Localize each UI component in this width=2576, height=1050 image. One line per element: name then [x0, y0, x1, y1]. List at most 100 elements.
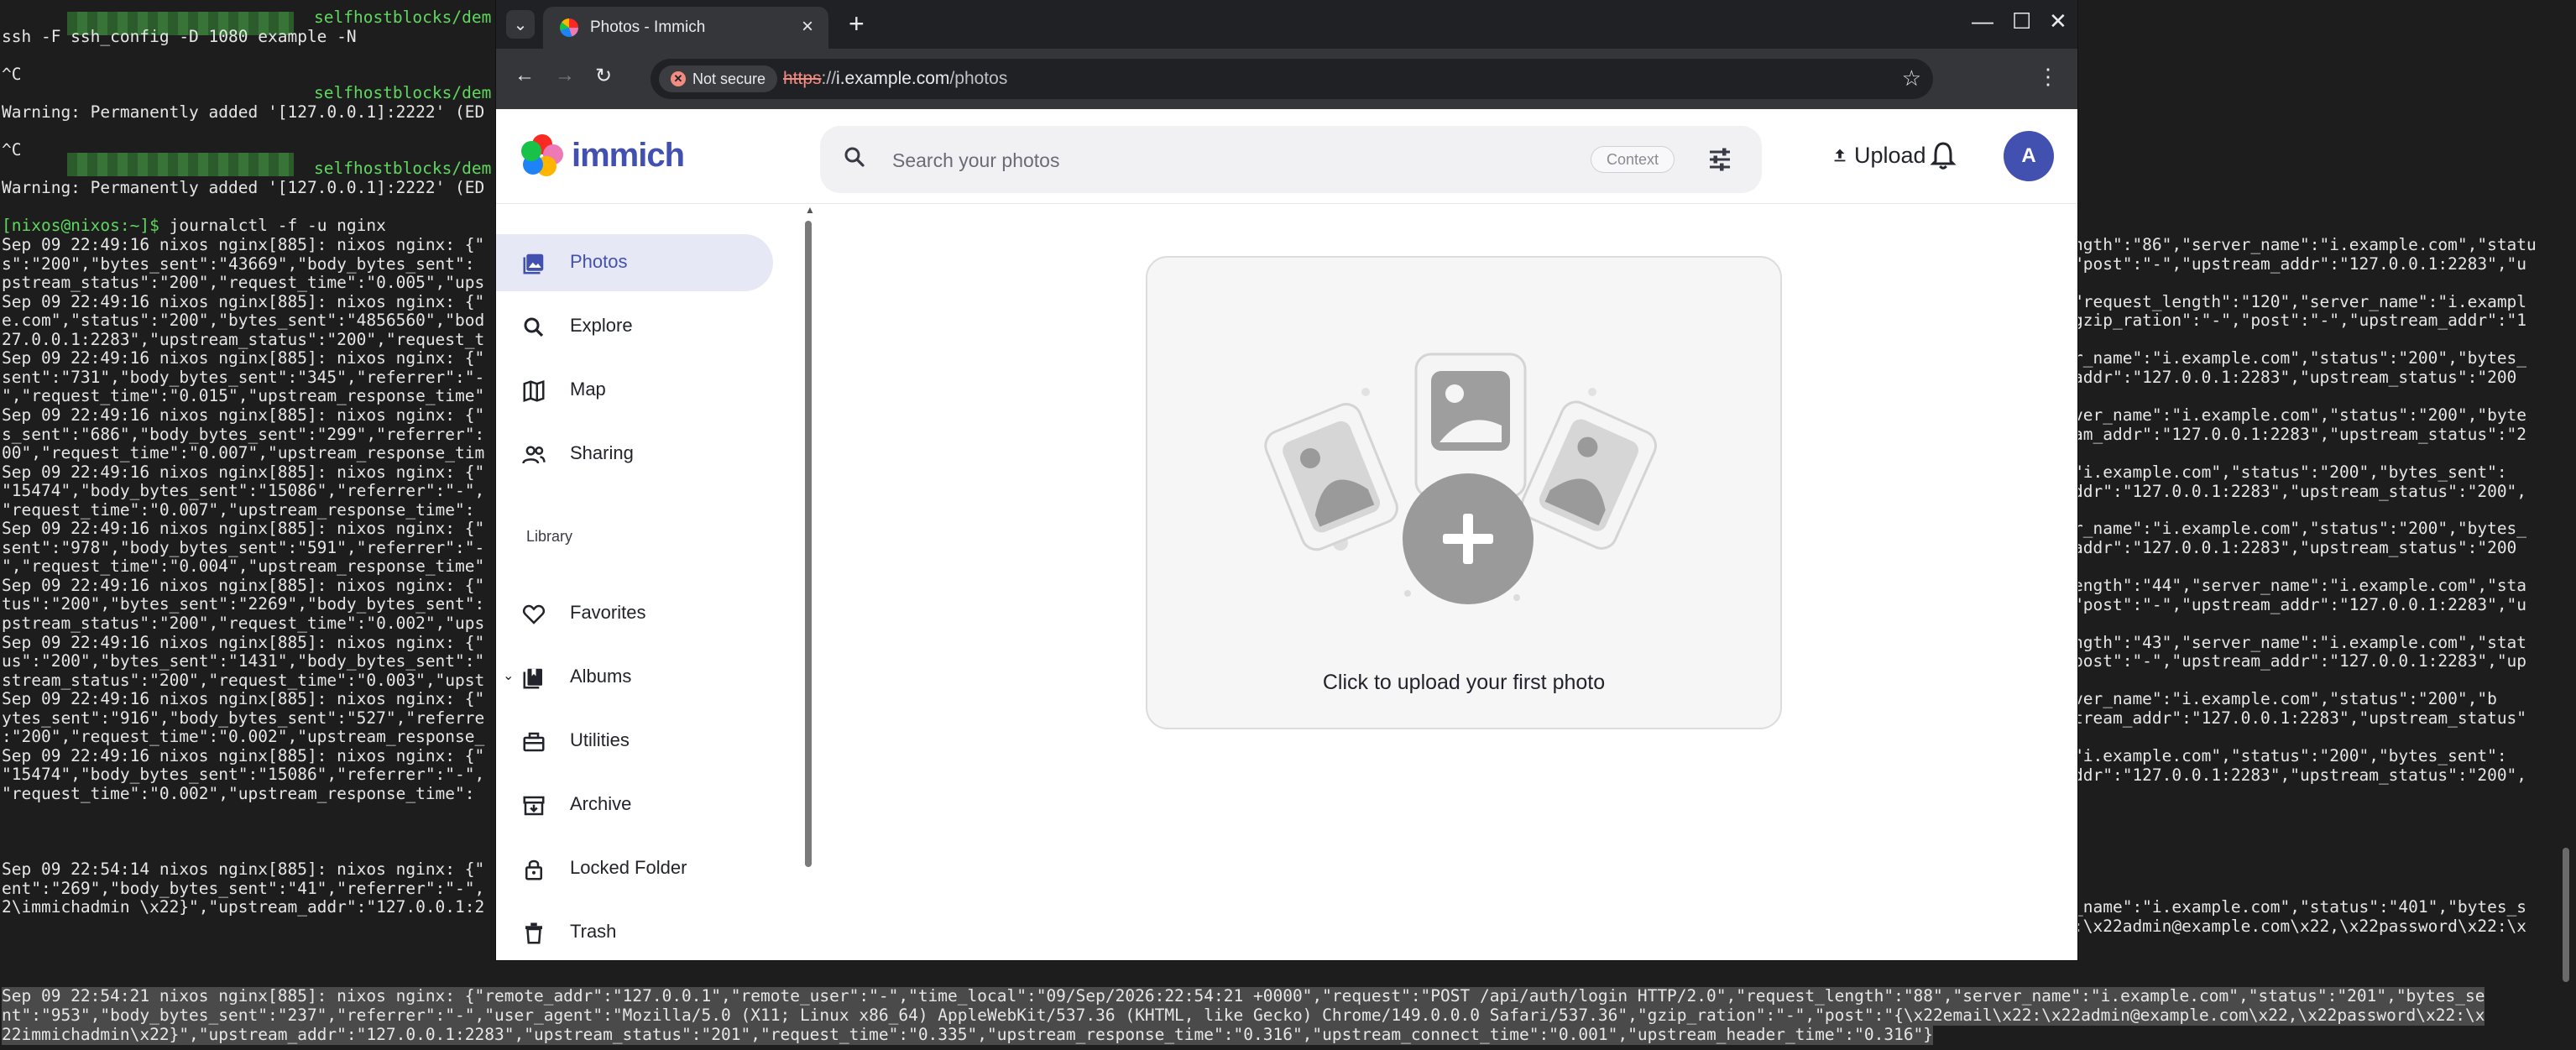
- empty-photos-illustration: [1264, 353, 1657, 604]
- terminal-line: ","request_time":"0.004","upstream_respo…: [2, 556, 485, 577]
- warning-icon: ✕: [671, 71, 686, 86]
- terminal-prompt-line: [nixos@nixos:~]$ journalctl -f -u nginx: [2, 216, 386, 236]
- terminal-line: e.com","status":"200","bytes_sent":"4856…: [2, 311, 485, 331]
- sidebar-item-favorites[interactable]: Favorites: [496, 585, 773, 642]
- sidebar-item-trash[interactable]: Trash: [496, 904, 773, 961]
- terminal-line: ytes_sent":"916","body_bytes_sent":"527"…: [2, 708, 485, 728]
- terminal-line: :"200","request_time":"0.002","upstream_…: [2, 727, 485, 747]
- app-header: immich Context Upload A: [496, 109, 2077, 204]
- terminal-line: pstream_status":"200","request_time":"0.…: [2, 614, 485, 633]
- terminal-line: Sep 09 22:54:14 nixos nginx[885]: nixos …: [2, 859, 485, 880]
- reload-icon[interactable]: ↻: [595, 64, 612, 88]
- empty-state-upload-card[interactable]: Click to upload your first photo: [1146, 256, 1782, 729]
- terminal-line: Sep 09 22:49:16 nixos nginx[885]: nixos …: [2, 405, 485, 425]
- browser-titlebar: ⌄ Photos - Immich × + — ☐ ✕: [496, 0, 2077, 49]
- terminal-line: Sep 09 22:49:16 nixos nginx[885]: nixos …: [2, 689, 485, 709]
- sidebar-item-label: Explore: [570, 315, 633, 336]
- terminal-line-right: tream_addr":"127.0.0.1:2283","upstream_s…: [2073, 708, 2527, 728]
- minimize-icon[interactable]: —: [1972, 8, 1993, 34]
- tab-search-button[interactable]: ⌄: [506, 10, 535, 39]
- upload-button[interactable]: Upload: [1821, 136, 1936, 175]
- bell-icon[interactable]: [1928, 139, 1958, 173]
- terminal-line: "request_time":"0.002","upstream_respons…: [2, 783, 475, 803]
- scroll-up-arrow-icon[interactable]: ▲: [805, 204, 815, 216]
- terminal-line: "request_time":"0.007","upstream_respons…: [2, 499, 475, 520]
- toolbox-icon: [523, 732, 545, 752]
- sidebar-item-utilities[interactable]: Utilities: [496, 713, 773, 770]
- context-search-chip[interactable]: Context: [1591, 146, 1675, 173]
- close-icon[interactable]: ×: [802, 15, 813, 39]
- terminal-line: pstream_status":"200","request_time":"0.…: [2, 273, 485, 293]
- chevron-down-icon[interactable]: ⌄: [503, 667, 514, 684]
- sidebar-item-map[interactable]: Map: [496, 362, 773, 419]
- terminal-line: s_sent":"686","body_bytes_sent":"299","r…: [2, 424, 485, 444]
- terminal-line-right: ngth":"43","server_name":"i.example.com"…: [2073, 633, 2527, 652]
- terminal-line: s":"200","bytes_sent":"43669","body_byte…: [2, 253, 475, 274]
- terminal-line: sent":"978","body_bytes_sent":"591","ref…: [2, 537, 485, 557]
- map-icon: [523, 380, 545, 402]
- sidebar-item-label: Albums: [570, 666, 632, 687]
- logo-text: immich: [572, 136, 685, 174]
- sidebar-scrollbar[interactable]: [805, 221, 812, 867]
- terminal-line: stream_status":"200","request_time":"0.0…: [2, 670, 485, 690]
- address-bar[interactable]: ✕ Not secure https://i.example.com/photo…: [651, 59, 1933, 99]
- immich-logo[interactable]: immich: [521, 134, 685, 176]
- terminal-line: ^C: [2, 140, 22, 159]
- back-arrow-icon[interactable]: ←: [515, 64, 535, 87]
- terminal-line-right: ength":"44","server_name":"i.example.com…: [2073, 576, 2527, 595]
- browser-toolbar: ← → ↻ ✕ Not secure https://i.example.com…: [496, 49, 2077, 109]
- sidebar-item-explore[interactable]: Explore: [496, 298, 773, 355]
- terminal-line: Sep 09 22:49:16 nixos nginx[885]: nixos …: [2, 745, 485, 765]
- sharing-icon: [522, 446, 546, 464]
- browser-tab[interactable]: Photos - Immich ×: [543, 7, 828, 49]
- terminal-line: Warning: Permanently added '[127.0.0.1]:…: [2, 178, 485, 197]
- url-separator: ://: [821, 69, 837, 88]
- avatar[interactable]: A: [2004, 131, 2054, 181]
- bookmark-star-icon[interactable]: ☆: [1902, 65, 1921, 91]
- terminal-line-right: _name":"i.example.com","status":"401","b…: [2073, 897, 2527, 917]
- sidebar-item-label: Locked Folder: [570, 857, 687, 878]
- terminal-line-highlight: Sep 09 22:54:21 nixos nginx[885]: nixos …: [2, 986, 2485, 1006]
- terminal-line: 2\immichadmin \x22}","upstream_addr":"12…: [2, 897, 485, 917]
- heart-icon: [523, 604, 545, 624]
- library-heading: Library: [526, 528, 573, 545]
- browser-menu-icon[interactable]: ⋮: [2037, 64, 2059, 90]
- forward-arrow-icon[interactable]: →: [555, 64, 575, 87]
- terminal-scrollbar[interactable]: [2563, 848, 2569, 982]
- sidebar-item-label: Favorites: [570, 602, 646, 623]
- browser-window: ⌄ Photos - Immich × + — ☐ ✕ ← → ↻ ✕ Not …: [496, 0, 2077, 960]
- sidebar-item-archive[interactable]: Archive: [496, 776, 773, 833]
- tune-filter-icon[interactable]: [1705, 144, 1735, 175]
- terminal-line: ^C: [2, 65, 22, 84]
- security-chip[interactable]: ✕ Not secure: [659, 65, 778, 92]
- search-input[interactable]: [891, 143, 1565, 178]
- terminal-line-right: ngth":"86","server_name":"i.example.com"…: [2073, 235, 2537, 254]
- terminal-command: journalctl -f -u nginx: [169, 216, 386, 235]
- terminal-line: Sep 09 22:49:16 nixos nginx[885]: nixos …: [2, 348, 485, 368]
- new-tab-button[interactable]: +: [849, 8, 865, 39]
- sidebar-item-locked-folder[interactable]: Locked Folder: [496, 840, 773, 897]
- url-text[interactable]: https://i.example.com/photos: [783, 69, 1007, 89]
- close-window-icon[interactable]: ✕: [2049, 8, 2067, 34]
- terminal-line: Sep 09 22:49:16 nixos nginx[885]: nixos …: [2, 235, 485, 254]
- photos-icon: [523, 253, 544, 274]
- chevron-down-icon: ⌄: [513, 15, 528, 34]
- terminal-prompt: [nixos@nixos:~]$: [2, 216, 159, 235]
- search-bar[interactable]: Context: [820, 126, 1762, 193]
- sidebar-item-photos[interactable]: Photos: [496, 234, 773, 291]
- sidebar-item-albums[interactable]: ⌄ Albums: [496, 649, 773, 706]
- sidebar-item-label: Sharing: [570, 442, 634, 463]
- security-chip-label: Not secure: [692, 70, 766, 87]
- sidebar-item-label: Photos: [570, 251, 628, 272]
- immich-app: immich Context Upload A: [496, 109, 2077, 960]
- terminal-line-right: gzip_ration":"-","post":"-","upstream_ad…: [2073, 311, 2527, 330]
- archive-icon: [523, 796, 545, 816]
- terminal-line: "15474","body_bytes_sent":"15086","refer…: [2, 765, 485, 785]
- sidebar-item-sharing[interactable]: Sharing: [496, 426, 773, 483]
- terminal-line: Warning: Permanently added '[127.0.0.1]:…: [2, 102, 485, 122]
- maximize-icon[interactable]: ☐: [2012, 8, 2031, 34]
- search-icon: [844, 147, 865, 167]
- terminal-line-highlight: 22immichadmin\x22}","upstream_addr":"127…: [2, 1025, 1934, 1045]
- terminal-line-right: r_name":"i.example.com","status":"200","…: [2073, 348, 2527, 368]
- terminal-line: tus":"200","bytes_sent":"2269","body_byt…: [2, 594, 485, 614]
